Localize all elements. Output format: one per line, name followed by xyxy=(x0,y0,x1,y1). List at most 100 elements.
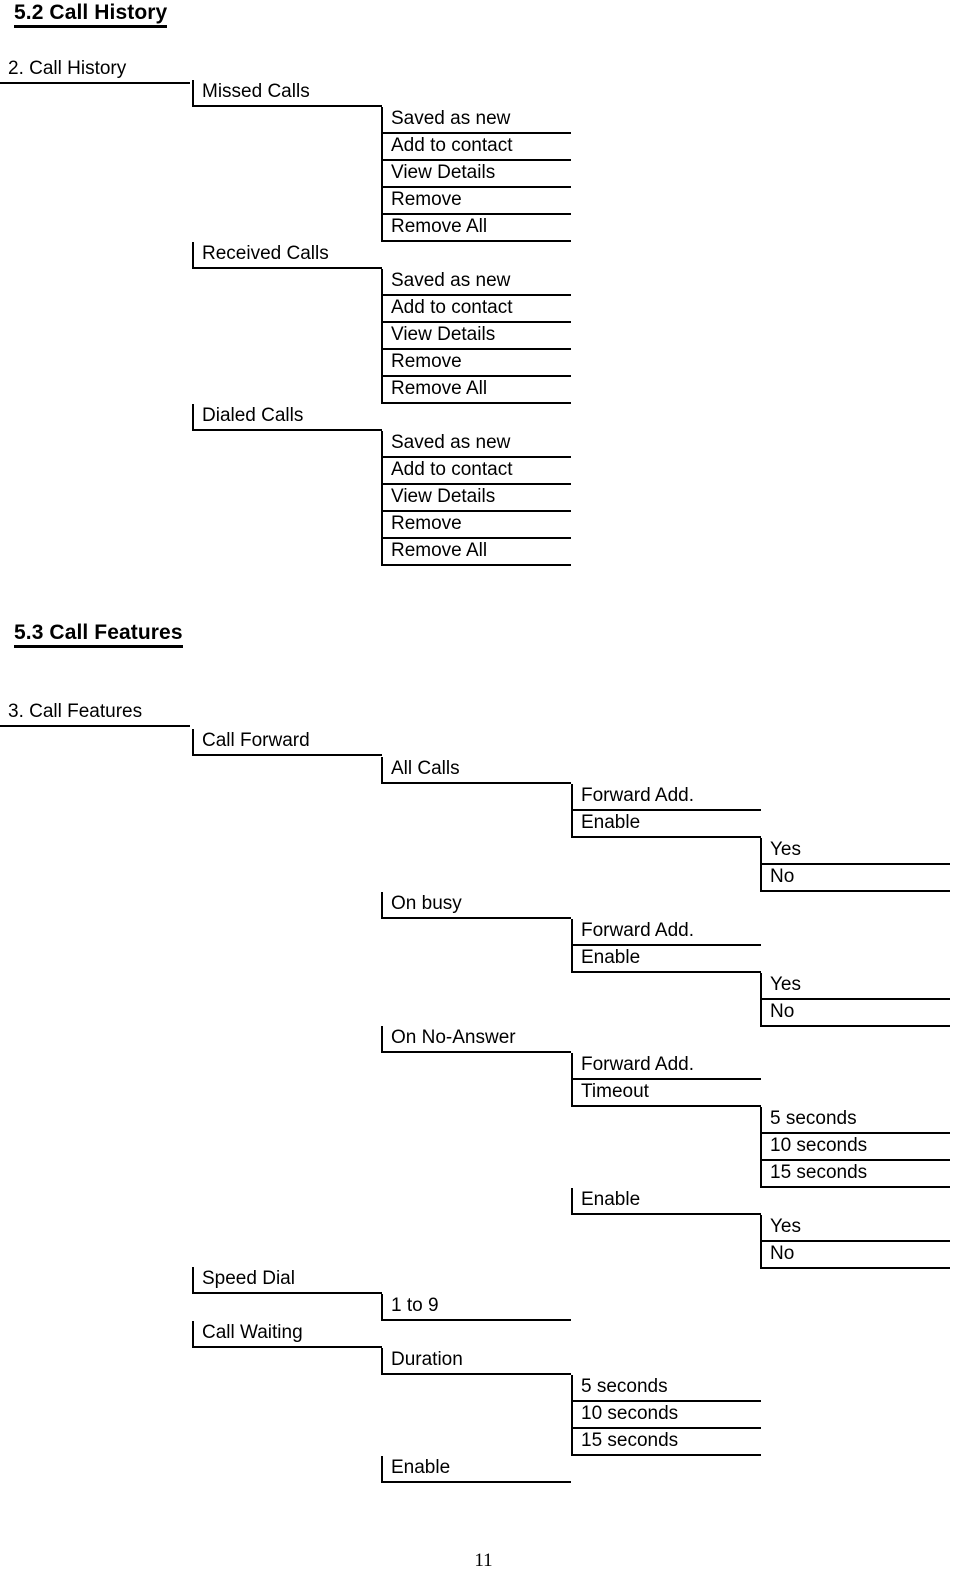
tree-node-label: On No-Answer xyxy=(391,1027,516,1048)
tree-node[interactable]: Call Waiting xyxy=(192,1321,382,1348)
tree-node[interactable]: Remove xyxy=(381,512,571,539)
tree-node-label: Received Calls xyxy=(202,243,329,264)
tree-node[interactable]: Remove All xyxy=(381,215,571,242)
tree-node[interactable]: Enable xyxy=(571,811,761,838)
tree-node[interactable]: Enable xyxy=(571,946,761,973)
tree-node[interactable]: Add to contact xyxy=(381,296,571,323)
tree-node-label: 2. Call History xyxy=(8,58,127,79)
tree-node[interactable]: 5 seconds xyxy=(760,1107,950,1134)
tree-node[interactable]: Remove xyxy=(381,350,571,377)
tree-node[interactable]: On busy xyxy=(381,892,571,919)
tree-node-label: Saved as new xyxy=(391,108,511,129)
tree-node[interactable]: Add to contact xyxy=(381,134,571,161)
tree-node-label: No xyxy=(770,866,795,887)
page-number: 11 xyxy=(474,1550,493,1571)
tree-node-label: On busy xyxy=(391,893,462,914)
tree-node-label: No xyxy=(770,1243,795,1264)
tree-node[interactable]: On No-Answer xyxy=(381,1026,571,1053)
tree-node-label: Speed Dial xyxy=(202,1268,295,1289)
tree-node-label: Forward Add. xyxy=(581,920,694,941)
tree-node-label: Enable xyxy=(581,947,641,968)
tree-node[interactable]: 15 seconds xyxy=(571,1429,761,1456)
tree-node-label: Add to contact xyxy=(391,297,513,318)
tree-node[interactable]: Call Forward xyxy=(192,729,382,756)
tree-node[interactable]: No xyxy=(760,865,950,892)
tree-node[interactable]: View Details xyxy=(381,485,571,512)
tree-node[interactable]: Saved as new xyxy=(381,431,571,458)
section-heading: 5.3 Call Features xyxy=(14,622,183,648)
tree-node-label: View Details xyxy=(391,486,496,507)
tree-node[interactable]: Add to contact xyxy=(381,458,571,485)
tree-node-label: View Details xyxy=(391,162,496,183)
tree-node-label: Saved as new xyxy=(391,432,511,453)
tree-node[interactable]: Saved as new xyxy=(381,269,571,296)
tree-node-label: 1 to 9 xyxy=(391,1295,439,1316)
tree-node-label: Saved as new xyxy=(391,270,511,291)
tree-node[interactable]: Duration xyxy=(381,1348,571,1375)
tree-node-label: View Details xyxy=(391,324,496,345)
section-heading: 5.2 Call History xyxy=(14,2,168,28)
tree-node-label: Forward Add. xyxy=(581,1054,694,1075)
tree-node-label: Add to contact xyxy=(391,135,513,156)
tree-node[interactable]: View Details xyxy=(381,323,571,350)
tree-node[interactable]: 10 seconds xyxy=(571,1402,761,1429)
tree-node[interactable]: Missed Calls xyxy=(192,80,382,107)
tree-node-label: Yes xyxy=(770,839,801,860)
tree-node[interactable]: No xyxy=(760,1242,950,1269)
section-heading-text: 5.3 Call Features xyxy=(14,622,183,648)
tree-node-label: Timeout xyxy=(581,1081,649,1102)
tree-node-label: Duration xyxy=(391,1349,463,1370)
tree-node-label: Call Waiting xyxy=(202,1322,303,1343)
tree-node[interactable]: Enable xyxy=(381,1456,571,1483)
tree-node-label: Remove All xyxy=(391,378,488,399)
tree-node-label: Yes xyxy=(770,974,801,995)
tree-node-label: Dialed Calls xyxy=(202,405,304,426)
tree-node[interactable]: Yes xyxy=(760,838,950,865)
tree-node[interactable]: 15 seconds xyxy=(760,1161,950,1188)
tree-node[interactable]: 1 to 9 xyxy=(381,1294,571,1321)
tree-node[interactable]: View Details xyxy=(381,161,571,188)
tree-node-label: Yes xyxy=(770,1216,801,1237)
tree-node-label: Enable xyxy=(581,812,641,833)
tree-node[interactable]: Forward Add. xyxy=(571,1053,761,1080)
tree-node[interactable]: Saved as new xyxy=(381,107,571,134)
tree-node[interactable]: Remove xyxy=(381,188,571,215)
tree-node-label: Remove xyxy=(391,513,462,534)
tree-node-label: 15 seconds xyxy=(770,1162,868,1183)
tree-node-label: Remove All xyxy=(391,216,488,237)
tree-node[interactable]: No xyxy=(760,1000,950,1027)
tree-node-label: Add to contact xyxy=(391,459,513,480)
tree-node-label: Missed Calls xyxy=(202,81,310,102)
tree-node-label: Enable xyxy=(391,1457,451,1478)
tree-node-label: Remove xyxy=(391,351,462,372)
tree-node[interactable]: Forward Add. xyxy=(571,784,761,811)
tree-node-label: 10 seconds xyxy=(770,1135,868,1156)
tree-node[interactable]: Forward Add. xyxy=(571,919,761,946)
tree-node-label: All Calls xyxy=(391,758,460,779)
tree-node[interactable]: Received Calls xyxy=(192,242,382,269)
tree-node-label: 10 seconds xyxy=(581,1403,679,1424)
tree-node[interactable]: 5 seconds xyxy=(571,1375,761,1402)
tree-node-label: Remove xyxy=(391,189,462,210)
tree-node-label: 15 seconds xyxy=(581,1430,679,1451)
tree-node-label: 3. Call Features xyxy=(8,701,143,722)
tree-root-node[interactable]: 3. Call Features xyxy=(0,700,190,727)
tree-node-label: Call Forward xyxy=(202,730,310,751)
tree-node[interactable]: Dialed Calls xyxy=(192,404,382,431)
tree-node[interactable]: 10 seconds xyxy=(760,1134,950,1161)
tree-node[interactable]: Remove All xyxy=(381,377,571,404)
tree-node[interactable]: All Calls xyxy=(381,757,571,784)
tree-node[interactable]: Yes xyxy=(760,973,950,1000)
section-heading-text: 5.2 Call History xyxy=(14,2,168,28)
tree-node-label: 5 seconds xyxy=(770,1108,857,1129)
document-page: 11 5.2 Call History 5.3 Call Features 2. C… xyxy=(0,0,967,1595)
tree-root-node[interactable]: 2. Call History xyxy=(0,57,190,84)
tree-node[interactable]: Remove All xyxy=(381,539,571,566)
tree-node-label: No xyxy=(770,1001,795,1022)
tree-node-label: 5 seconds xyxy=(581,1376,668,1397)
tree-node[interactable]: Yes xyxy=(760,1215,950,1242)
tree-node[interactable]: Speed Dial xyxy=(192,1267,382,1294)
tree-node[interactable]: Enable xyxy=(571,1188,761,1215)
tree-node-label: Enable xyxy=(581,1189,641,1210)
tree-node[interactable]: Timeout xyxy=(571,1080,761,1107)
